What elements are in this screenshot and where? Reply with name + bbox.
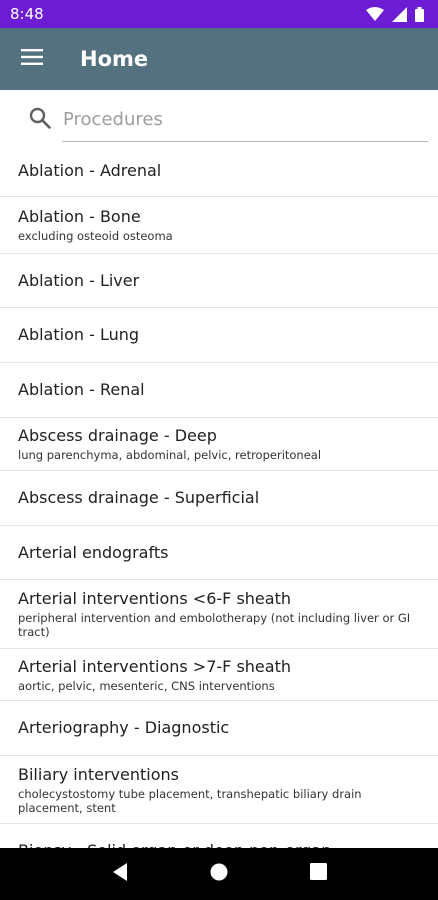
- procedure-subtitle: aortic, pelvic, mesenteric, CNS interven…: [18, 678, 275, 693]
- signal-icon: [392, 6, 407, 22]
- menu-icon: [21, 48, 43, 70]
- procedure-subtitle: excluding osteoid osteoma: [18, 229, 173, 243]
- procedure-title: Ablation - Bone: [18, 207, 141, 226]
- procedure-title: Ablation - Lung: [18, 325, 140, 344]
- procedure-list: Ablation - Adrenal Ablation - Bone excludi…: [0, 146, 438, 848]
- search-icon: [20, 107, 60, 129]
- recents-icon[interactable]: [310, 863, 328, 885]
- navigation-bar: [0, 848, 438, 900]
- procedure-title: Arterial interventions >7-F sheath: [18, 656, 291, 676]
- status-bar: 8:48: [0, 0, 438, 28]
- list-item[interactable]: Ablation - Liver: [0, 254, 438, 308]
- list-item[interactable]: Biliary interventions cholecystostomy tub…: [0, 756, 438, 824]
- procedure-title: Arterial interventions <6-F sheath: [18, 589, 291, 608]
- menu-button[interactable]: [0, 28, 64, 90]
- search-input[interactable]: [62, 102, 428, 142]
- list-item[interactable]: Ablation - Renal: [0, 363, 438, 418]
- home-icon[interactable]: [210, 863, 228, 886]
- list-item[interactable]: Biopsy - Solid organ or deep non-organ: [0, 824, 438, 849]
- wifi-icon: [366, 7, 384, 21]
- list-item[interactable]: Ablation - Bone excluding osteoid osteoma: [0, 197, 438, 254]
- list-item[interactable]: Ablation - Adrenal: [0, 146, 438, 197]
- procedure-subtitle: peripheral intervention and embolotherap…: [18, 611, 411, 639]
- procedure-title: Biopsy - Solid organ or deep non-organ: [18, 841, 420, 849]
- list-item[interactable]: Abscess drainage - Deep lung parenchyma, …: [0, 418, 438, 471]
- procedure-title: Ablation - Renal: [18, 380, 145, 399]
- app-bar: Home: [0, 28, 438, 90]
- status-time: 8:48: [10, 5, 44, 23]
- battery-icon: [415, 6, 424, 22]
- procedure-title: Arterial endografts: [18, 542, 169, 562]
- list-item[interactable]: Arterial interventions >7-F sheath aortic…: [0, 649, 438, 701]
- procedure-title: Abscess drainage - Deep: [18, 426, 217, 445]
- procedure-subtitle: cholecystostomy tube placement, transhep…: [18, 786, 362, 815]
- page-title: Home: [80, 47, 149, 71]
- status-icons: [366, 6, 424, 22]
- procedure-title: Arteriography - Diagnostic: [18, 718, 230, 737]
- procedure-title: Ablation - Adrenal: [18, 161, 162, 180]
- list-item[interactable]: Abscess drainage - Superficial: [0, 471, 438, 526]
- procedure-title: Biliary interventions: [18, 764, 179, 784]
- list-item[interactable]: Arteriography - Diagnostic: [0, 701, 438, 756]
- list-item[interactable]: Arterial endografts: [0, 526, 438, 580]
- list-item[interactable]: Ablation - Lung: [0, 308, 438, 363]
- list-item[interactable]: Arterial interventions <6-F sheath periph…: [0, 580, 438, 649]
- back-icon[interactable]: [111, 862, 129, 887]
- procedure-title: Ablation - Liver: [18, 270, 140, 290]
- search-bar: [0, 90, 438, 146]
- procedure-title: Abscess drainage - Superficial: [18, 488, 260, 507]
- procedure-subtitle: lung parenchyma, abdominal, pelvic, retr…: [18, 448, 322, 462]
